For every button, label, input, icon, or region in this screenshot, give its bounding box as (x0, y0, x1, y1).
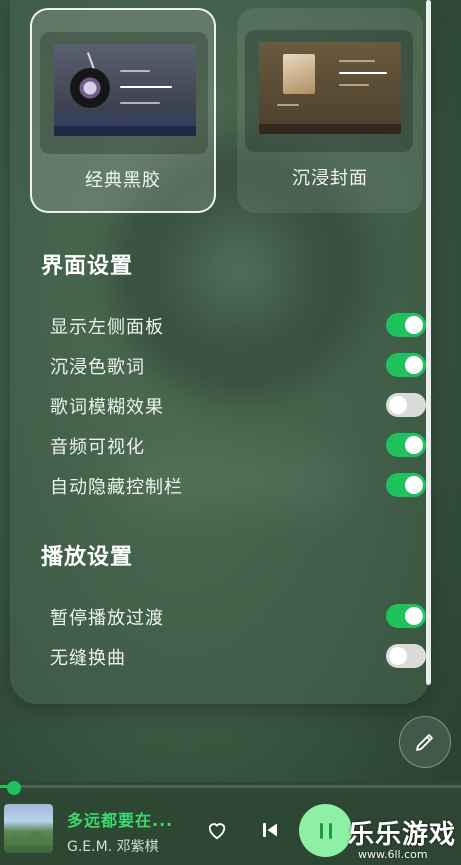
toggle-knob (389, 396, 407, 414)
toggle-auto-hide-controls[interactable] (386, 473, 426, 497)
watermark-logo: 乐乐游戏 www.6ll.com (348, 810, 461, 865)
toggle-immersive-lyrics-color[interactable] (386, 353, 426, 377)
cover-preview-screen (259, 42, 401, 134)
setting-label: 歌词模糊效果 (50, 397, 164, 418)
theme-preview-immersive-cover (245, 30, 413, 152)
section-title-interface: 界面设置 (41, 254, 134, 279)
edit-fab-button[interactable] (399, 716, 451, 768)
setting-label: 无缝换曲 (50, 648, 126, 669)
setting-row-show-left-panel: 显示左侧面板 (50, 310, 426, 340)
preview-lyric-line (120, 102, 160, 104)
settings-scrollbar[interactable] (426, 0, 431, 685)
setting-label: 音频可视化 (50, 437, 145, 458)
toggle-knob (405, 436, 423, 454)
theme-label: 沉浸封面 (292, 168, 368, 189)
progress-thumb[interactable] (6, 781, 21, 795)
setting-label: 暂停播放过渡 (50, 608, 164, 629)
preview-lyric-line (120, 86, 172, 88)
watermark-url: www.6ll.com (358, 848, 428, 861)
vinyl-record (70, 68, 110, 108)
setting-label: 沉浸色歌词 (50, 357, 145, 378)
progress-track[interactable] (0, 781, 461, 795)
setting-row-gapless: 无缝换曲 (50, 641, 426, 671)
setting-row-pause-transition: 暂停播放过渡 (50, 601, 426, 631)
setting-label: 显示左侧面板 (50, 317, 164, 338)
toggle-pause-transition[interactable] (386, 604, 426, 628)
play-pause-button[interactable] (299, 804, 352, 857)
preview-lyric-line (339, 60, 375, 62)
toggle-knob (405, 356, 423, 374)
preview-song-line (277, 104, 299, 106)
toggle-knob (389, 647, 407, 665)
theme-label: 经典黑胶 (85, 170, 161, 191)
setting-row-immersive-lyrics-color: 沉浸色歌词 (50, 350, 426, 380)
section-title-playback: 播放设置 (41, 545, 134, 570)
pencil-icon (416, 734, 433, 751)
theme-card-immersive-cover[interactable]: 沉浸封面 (237, 8, 423, 213)
settings-panel: 经典黑胶 沉浸封面 界面设置 显示左侧面板 沉浸色歌词 歌词模糊效果 音频可视化 (10, 0, 430, 704)
preview-album-art (283, 54, 315, 94)
previous-button[interactable] (258, 818, 282, 842)
preview-control-bar (259, 124, 401, 134)
song-artist[interactable]: G.E.M. 邓紫棋 (67, 836, 159, 856)
toggle-knob (405, 476, 423, 494)
album-art-landscape (4, 830, 53, 845)
theme-card-classic-vinyl[interactable]: 经典黑胶 (30, 8, 216, 213)
watermark-text: 乐乐游戏 (348, 820, 457, 850)
setting-label: 自动隐藏控制栏 (50, 477, 183, 498)
theme-preview-classic-vinyl (40, 32, 208, 154)
favorite-button[interactable] (204, 818, 230, 842)
skip-previous-icon (263, 823, 277, 837)
song-title[interactable]: 多远都要在... (67, 807, 173, 831)
pause-icon (319, 822, 332, 839)
preview-lyric-line (339, 84, 369, 86)
preview-control-bar (54, 126, 196, 136)
preview-lyric-line (120, 70, 150, 72)
toggle-show-left-panel[interactable] (386, 313, 426, 337)
setting-row-lyrics-blur: 歌词模糊效果 (50, 390, 426, 420)
album-art[interactable] (4, 804, 53, 853)
preview-lyric-line (339, 72, 387, 74)
heart-icon (208, 823, 226, 840)
vinyl-preview-screen (54, 44, 196, 136)
setting-row-auto-hide-controls: 自动隐藏控制栏 (50, 470, 426, 500)
toggle-knob (405, 607, 423, 625)
toggle-audio-visualization[interactable] (386, 433, 426, 457)
setting-row-audio-visualization: 音频可视化 (50, 430, 426, 460)
toggle-knob (405, 316, 423, 334)
toggle-gapless[interactable] (386, 644, 426, 668)
toggle-lyrics-blur[interactable] (386, 393, 426, 417)
